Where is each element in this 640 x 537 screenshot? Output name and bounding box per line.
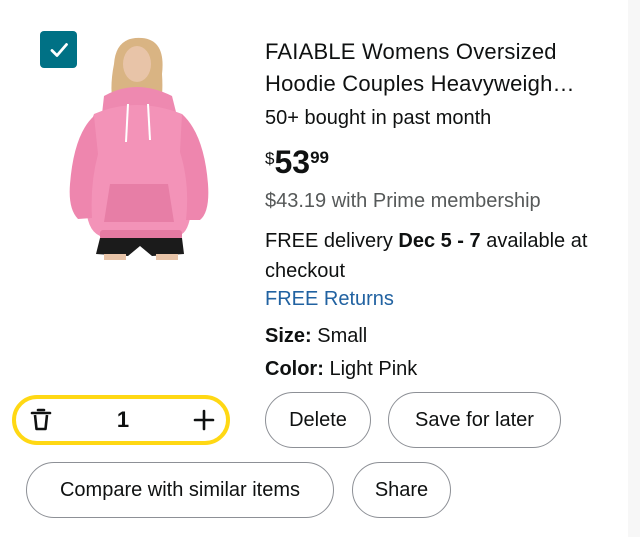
color-info: Color: Light Pink — [265, 356, 417, 382]
size-info: Size: Small — [265, 323, 367, 349]
delivery-dates: Dec 5 - 7 — [398, 230, 481, 252]
price-fraction: 99 — [310, 148, 329, 167]
delete-button[interactable]: Delete — [265, 392, 371, 448]
quantity-value: 1 — [116, 407, 130, 432]
save-for-later-button[interactable]: Save for later — [388, 392, 561, 448]
share-button[interactable]: Share — [352, 462, 451, 518]
delivery-prefix: FREE delivery — [265, 230, 399, 252]
price-symbol: $ — [265, 149, 275, 168]
color-value: Light Pink — [323, 358, 418, 380]
purchase-count: 50+ bought in past month — [265, 107, 492, 129]
product-title[interactable]: FAIABLE Womens Oversized Hoodie Couples … — [265, 36, 615, 100]
prime-price: $43.19 with Prime membership — [265, 190, 541, 212]
size-label: Size: — [265, 325, 312, 347]
delivery-info: FREE delivery Dec 5 - 7 available at che… — [265, 226, 615, 286]
free-returns-link[interactable]: FREE Returns — [265, 285, 394, 313]
price: $ 53 99 — [265, 146, 329, 178]
color-label: Color: — [265, 358, 324, 380]
size-value: Small — [311, 325, 368, 347]
plus-icon[interactable] — [192, 408, 216, 432]
trash-icon[interactable] — [28, 407, 54, 433]
product-image[interactable] — [64, 34, 214, 260]
cart-item-card: FAIABLE Womens Oversized Hoodie Couples … — [0, 0, 628, 537]
compare-similar-button[interactable]: Compare with similar items — [26, 462, 334, 518]
quantity-stepper: 1 — [12, 395, 230, 445]
price-whole: 53 — [274, 144, 311, 180]
